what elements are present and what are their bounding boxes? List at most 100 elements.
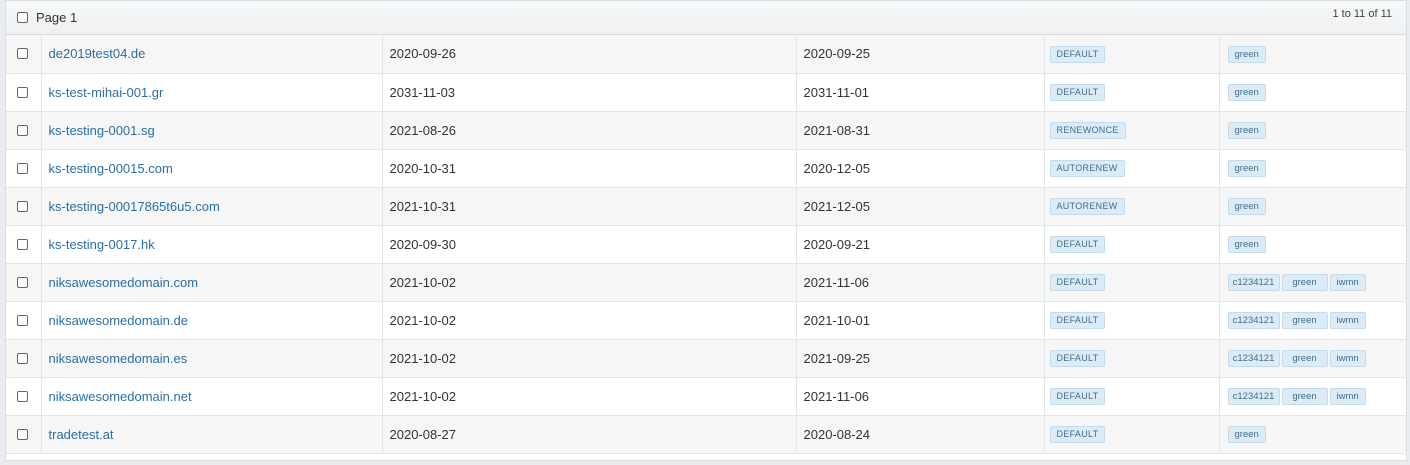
table-row[interactable]: niksawesomedomain.net 2021-10-02 2021-11-0… (6, 377, 1406, 416)
renewal-badge: AUTORENEW (1049, 198, 1125, 215)
renewal-badge: DEFAULT (1049, 312, 1106, 329)
table-row[interactable]: niksawesomedomain.es 2021-10-02 2021-09-25… (6, 339, 1406, 378)
date1-cell: 2021-10-31 (381, 187, 796, 226)
renewal-cell: DEFAULT (1043, 415, 1219, 454)
renewal-badge: DEFAULT (1049, 388, 1106, 405)
date1: 2021-10-02 (389, 312, 457, 328)
domain-link[interactable]: ks-test-mihai-001.gr (49, 85, 164, 100)
date2-cell: 2020-09-25 (795, 35, 1044, 74)
renewal-badge: DEFAULT (1049, 236, 1106, 253)
tag-badge[interactable]: green (1227, 236, 1266, 253)
date1-cell: 2021-10-02 (381, 377, 796, 416)
row-checkbox[interactable] (17, 124, 28, 136)
date1-cell: 2020-10-31 (381, 149, 796, 188)
date1: 2021-10-31 (389, 198, 457, 214)
tags-cell: green (1218, 73, 1406, 112)
domain-link[interactable]: niksawesomedomain.de (49, 313, 188, 328)
domain-cell: niksawesomedomain.es (40, 339, 382, 378)
date1: 2020-09-26 (389, 46, 457, 62)
date2: 2031-11-01 (803, 84, 870, 100)
tag-badge[interactable]: iwmn (1329, 350, 1366, 367)
row-checkbox[interactable] (17, 162, 28, 174)
domain-link[interactable]: niksawesomedomain.com (49, 275, 199, 290)
table-row[interactable]: ks-testing-0001.sg 2021-08-26 2021-08-31 RE… (6, 111, 1406, 150)
date1-cell: 2020-09-26 (381, 35, 796, 74)
renewal-badge: DEFAULT (1049, 84, 1106, 101)
tags-cell: green (1218, 111, 1406, 150)
tag-badge[interactable]: green (1227, 45, 1266, 63)
row-checkbox[interactable] (17, 276, 28, 288)
row-checkbox[interactable] (17, 352, 28, 364)
row-checkbox[interactable] (17, 314, 28, 326)
page-label: Page 1 (36, 10, 78, 25)
date2: 2021-10-01 (803, 312, 871, 328)
tag-badge[interactable]: green (1227, 122, 1266, 139)
row-checkbox-cell (6, 415, 41, 454)
tags-cell: green (1218, 149, 1406, 188)
domain-cell: niksawesomedomain.net (40, 377, 382, 416)
tag-badge[interactable]: green (1281, 388, 1328, 405)
date1-cell: 2021-10-02 (381, 339, 796, 378)
tag-badge[interactable]: c1234121 (1227, 274, 1280, 291)
table-row[interactable]: ks-test-mihai-001.gr 2031-11-03 2031-11-01… (6, 73, 1406, 112)
renewal-badge: AUTORENEW (1049, 160, 1125, 177)
date1: 2020-10-31 (389, 160, 457, 176)
tag-badge[interactable]: green (1281, 312, 1328, 329)
table-row[interactable]: ks-testing-00017865t6u5.com 2021-10-31 202… (6, 187, 1406, 226)
row-checkbox-cell (6, 149, 41, 188)
domain-link[interactable]: ks-testing-00015.com (49, 161, 173, 176)
tag-badge[interactable]: c1234121 (1227, 312, 1280, 329)
tag-badge[interactable]: iwmn (1329, 388, 1366, 405)
row-checkbox[interactable] (17, 48, 28, 60)
domain-link[interactable]: niksawesomedomain.es (49, 351, 188, 366)
row-checkbox[interactable] (17, 428, 28, 440)
table-row[interactable]: tradetest.at 2020-08-27 2020-08-24 DEFAULT g… (6, 415, 1406, 454)
tag-badge[interactable]: green (1227, 426, 1266, 443)
domain-cell: ks-testing-0017.hk (40, 225, 382, 264)
tags-cell: c1234121 green iwmn (1218, 377, 1406, 416)
domain-link[interactable]: ks-testing-00017865t6u5.com (49, 199, 220, 214)
tag-badge[interactable]: c1234121 (1227, 388, 1280, 405)
date2-cell: 2021-12-05 (795, 187, 1044, 226)
date2-cell: 2020-12-05 (795, 149, 1044, 188)
table-row[interactable]: ks-testing-00015.com 2020-10-31 2020-12-05… (6, 149, 1406, 188)
tag-badge[interactable]: green (1281, 350, 1328, 367)
domain-cell: niksawesomedomain.com (40, 263, 382, 302)
domain-link[interactable]: tradetest.at (49, 427, 114, 442)
date2-cell: 2020-09-21 (795, 225, 1044, 264)
date1: 2021-10-02 (389, 388, 457, 404)
tag-badge[interactable]: iwmn (1329, 312, 1366, 329)
tag-badge[interactable]: iwmn (1329, 274, 1366, 291)
tag-badge[interactable]: c1234121 (1227, 350, 1280, 367)
table-row[interactable]: niksawesomedomain.com 2021-10-02 2021-11-0… (6, 263, 1406, 302)
date1: 2020-08-27 (389, 426, 457, 442)
domain-link[interactable]: ks-testing-0001.sg (49, 123, 155, 138)
domain-cell: ks-testing-00015.com (40, 149, 382, 188)
tag-badge[interactable]: green (1227, 160, 1266, 177)
row-checkbox[interactable] (17, 390, 28, 402)
tag-badge[interactable]: green (1227, 84, 1266, 101)
renewal-badge: DEFAULT (1049, 45, 1106, 63)
select-page-checkbox[interactable] (17, 12, 28, 23)
date2-cell: 2021-08-31 (795, 111, 1044, 150)
date1-cell: 2020-09-30 (381, 225, 796, 264)
tag-badge[interactable]: green (1281, 274, 1328, 291)
domain-cell: ks-testing-0001.sg (40, 111, 382, 150)
date1-cell: 2020-08-27 (381, 415, 796, 454)
row-checkbox[interactable] (17, 86, 28, 98)
table-row[interactable]: niksawesomedomain.de 2021-10-02 2021-10-01… (6, 301, 1406, 340)
table-row[interactable]: de2019test04.de 2020-09-26 2020-09-25 DEFAU… (6, 35, 1406, 74)
date1-cell: 2021-10-02 (381, 301, 796, 340)
date1: 2020-09-30 (389, 236, 457, 252)
domain-link[interactable]: ks-testing-0017.hk (49, 237, 155, 252)
renewal-cell: DEFAULT (1043, 339, 1219, 378)
domain-link[interactable]: de2019test04.de (49, 46, 146, 61)
row-checkbox[interactable] (17, 200, 28, 212)
tag-badge[interactable]: green (1227, 198, 1266, 215)
date1: 2031-11-03 (389, 84, 456, 100)
renewal-badge: DEFAULT (1049, 426, 1106, 443)
table-row[interactable]: ks-testing-0017.hk 2020-09-30 2020-09-21 DE… (6, 225, 1406, 264)
page-header: Page 1 1 to 11 of 11 (6, 1, 1406, 35)
row-checkbox[interactable] (17, 238, 28, 250)
domain-link[interactable]: niksawesomedomain.net (49, 389, 192, 404)
